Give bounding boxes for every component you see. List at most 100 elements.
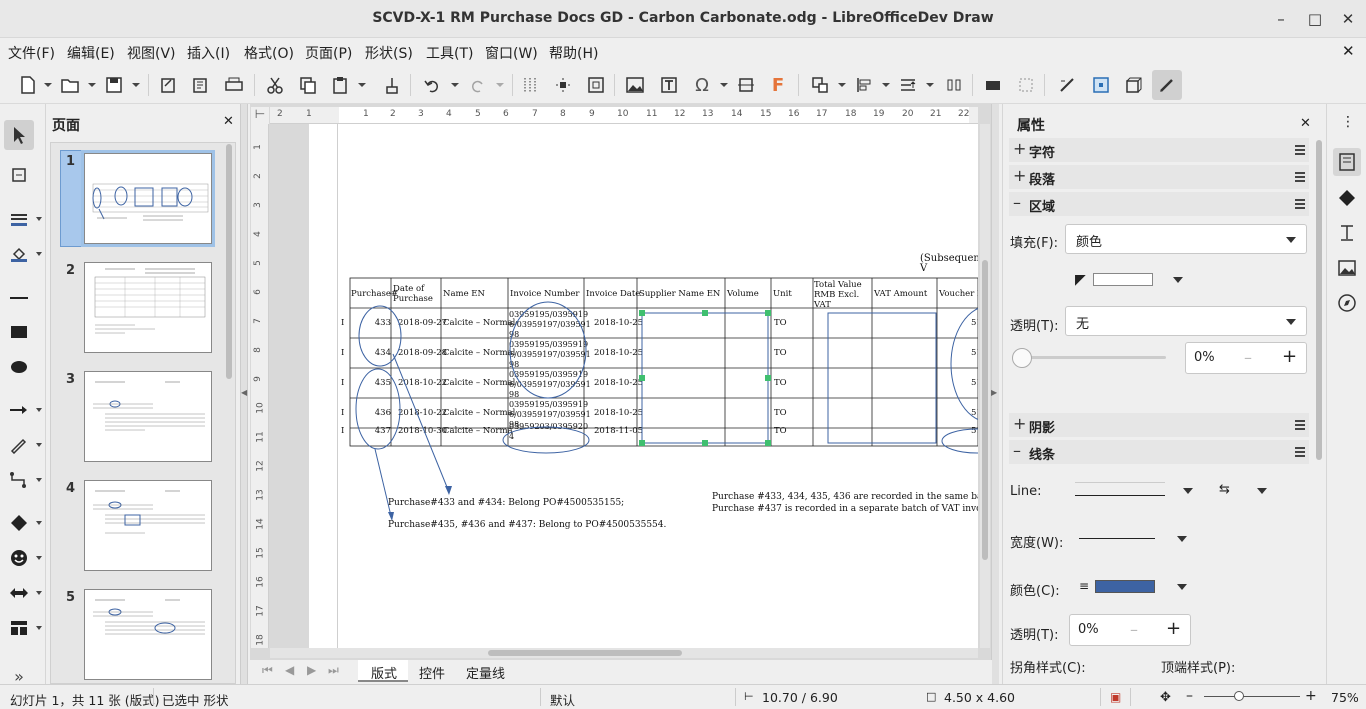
menu-edit[interactable]: 编辑(E) — [67, 43, 115, 63]
new-dropdown-icon[interactable] — [44, 83, 52, 87]
arrow-line-icon[interactable] — [7, 398, 31, 422]
menu-file[interactable]: 文件(F) — [8, 43, 55, 63]
fill-color-swatch[interactable] — [1093, 273, 1153, 286]
section-line[interactable]: – 线条 — [1009, 440, 1309, 464]
crop-icon[interactable] — [1014, 73, 1038, 97]
new-document-icon[interactable] — [16, 73, 40, 97]
paste-dropdown-icon[interactable] — [358, 83, 366, 87]
fontwork-icon[interactable]: F — [766, 73, 790, 97]
horizontal-scrollbar[interactable] — [270, 648, 978, 658]
transparency-slider-track[interactable] — [1021, 356, 1166, 359]
line-width-dropdown-icon[interactable] — [1177, 536, 1187, 542]
sidebar-settings-icon[interactable]: ⋮ — [1341, 114, 1355, 130]
zoom-in-icon[interactable]: + — [1305, 688, 1317, 704]
line-style-icon[interactable] — [1055, 73, 1079, 97]
fill-type-select[interactable]: 颜色 — [1065, 224, 1307, 254]
redo-icon[interactable] — [466, 73, 490, 97]
slide-thumbnail-2[interactable] — [84, 262, 212, 353]
align-objects-icon[interactable] — [852, 73, 876, 97]
menu-format[interactable]: 格式(O) — [244, 43, 294, 63]
align-dropdown-icon[interactable] — [882, 83, 890, 87]
close-sidebar-icon[interactable]: ✕ — [1300, 116, 1311, 131]
symbol-shapes-icon[interactable] — [7, 546, 31, 570]
insert-special-character-icon[interactable]: Ω — [690, 73, 714, 97]
curve-dropdown-icon[interactable] — [36, 443, 42, 447]
flowchart-dropdown-icon[interactable] — [36, 626, 42, 630]
decrease-icon[interactable]: – — [1244, 348, 1252, 367]
arrange-icon[interactable] — [896, 73, 920, 97]
last-tab-icon[interactable]: ⏭ — [328, 663, 339, 678]
tab-dimension-lines[interactable]: 定量线 — [466, 663, 505, 682]
basic-shapes-icon[interactable] — [7, 511, 31, 535]
zoom-level[interactable]: 75% — [1331, 690, 1359, 705]
symbol-shapes-dropdown-icon[interactable] — [36, 556, 42, 560]
maximize-button[interactable]: □ — [1304, 8, 1326, 30]
fill-color-dropdown-icon[interactable] — [1173, 277, 1183, 283]
increase-icon[interactable]: + — [1282, 346, 1297, 367]
slides-scrollbar[interactable] — [226, 144, 232, 379]
fill-color-icon[interactable] — [7, 242, 31, 266]
zoom-slider-handle[interactable] — [1234, 691, 1244, 701]
zoom-out-icon[interactable]: – — [1186, 688, 1193, 704]
arrow-dropdown-icon[interactable] — [36, 408, 42, 412]
slide-thumbnail-3[interactable] — [84, 371, 212, 462]
select-arrow-icon[interactable] — [7, 123, 31, 147]
collapse-sidebar-icon[interactable]: ▶ — [991, 388, 997, 397]
menu-tools[interactable]: 工具(T) — [426, 43, 473, 63]
tab-controls[interactable]: 控件 — [419, 663, 445, 682]
undo-icon[interactable] — [420, 73, 444, 97]
open-folder-icon[interactable] — [58, 73, 82, 97]
transparency-select[interactable]: 无 — [1065, 306, 1307, 336]
menu-window[interactable]: 窗口(W) — [485, 43, 538, 63]
slide-thumbnail-1[interactable] — [84, 153, 212, 244]
open-dropdown-icon[interactable] — [88, 83, 96, 87]
connector-tool-icon[interactable] — [7, 468, 31, 492]
navigator-deck-icon[interactable] — [1337, 293, 1357, 317]
close-window-button[interactable]: ✕ — [1337, 8, 1359, 30]
close-document-icon[interactable]: ✕ — [1342, 42, 1355, 60]
menu-view[interactable]: 视图(V) — [127, 43, 176, 63]
cut-icon[interactable] — [263, 73, 287, 97]
arrow-style-icon[interactable]: ⇆ — [1219, 482, 1230, 497]
menu-page[interactable]: 页面(P) — [305, 43, 352, 63]
line-color-swatch[interactable] — [1095, 580, 1155, 593]
increase-icon[interactable]: + — [1166, 618, 1181, 639]
line-color-icon[interactable] — [7, 207, 31, 231]
section-area[interactable]: – 区域 — [1009, 192, 1309, 216]
slide-thumbnail-4[interactable] — [84, 480, 212, 571]
section-shadow[interactable]: + 阴影 — [1009, 413, 1309, 437]
horizontal-ruler[interactable]: 2 1 1 2 3 4 5 6 7 8 9 10 11 12 13 14 15 16 17 18 19 20 21 22 — [270, 107, 978, 124]
vertical-scrollbar-thumb[interactable] — [982, 260, 988, 560]
arrange-dropdown-icon[interactable] — [926, 83, 934, 87]
ellipse-tool-icon[interactable] — [7, 355, 31, 379]
arrow-style-dropdown-icon[interactable] — [1257, 488, 1267, 494]
flowchart-icon[interactable] — [7, 616, 31, 640]
transparency-spin[interactable]: 0% – + — [1185, 342, 1307, 374]
vertical-ruler[interactable]: 1 2 3 4 5 6 7 8 9 10 11 12 13 14 15 16 17 18 — [251, 124, 269, 648]
line-transparency-spin[interactable]: 0% – + — [1069, 614, 1191, 646]
transformations-icon[interactable] — [808, 73, 832, 97]
previous-tab-icon[interactable]: ◀ — [285, 663, 294, 677]
minimize-button[interactable]: – — [1270, 8, 1292, 30]
vertical-scrollbar[interactable] — [980, 124, 990, 648]
horizontal-scrollbar-thumb[interactable] — [488, 650, 682, 656]
tab-layout[interactable]: 版式 — [371, 663, 397, 682]
zoom-page-icon[interactable] — [584, 73, 608, 97]
3d-object-icon[interactable] — [1122, 73, 1146, 97]
styles-deck-icon[interactable] — [1337, 188, 1357, 212]
line-style-preview[interactable] — [1075, 482, 1165, 496]
line-color-dropdown-icon[interactable] — [36, 217, 42, 221]
transformations-dropdown-icon[interactable] — [838, 83, 846, 87]
fit-page-icon[interactable]: ✥ — [1160, 690, 1171, 705]
insert-textbox-icon[interactable] — [657, 73, 681, 97]
zoom-pan-icon[interactable] — [7, 163, 31, 187]
save-dropdown-icon[interactable] — [132, 83, 140, 87]
show-draw-functions-icon[interactable] — [1152, 70, 1182, 100]
fontwork-frame-icon[interactable] — [734, 73, 758, 97]
basic-shapes-dropdown-icon[interactable] — [36, 521, 42, 525]
menu-insert[interactable]: 插入(I) — [187, 43, 230, 63]
properties-deck-icon[interactable] — [1333, 148, 1361, 176]
first-tab-icon[interactable]: ⏮ — [262, 663, 273, 678]
sidebar-scrollbar[interactable] — [1316, 140, 1322, 460]
gallery-deck-icon[interactable] — [1337, 258, 1357, 282]
